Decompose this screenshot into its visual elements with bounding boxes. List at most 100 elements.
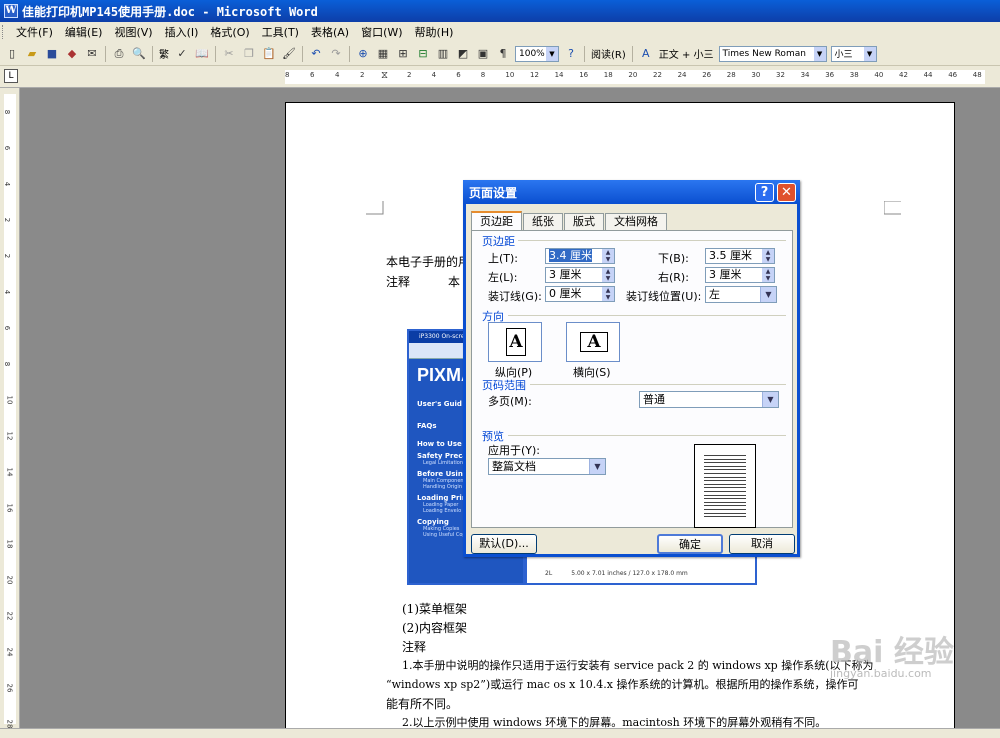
gutter-input[interactable]: 0 厘米 ▲ ▼ bbox=[545, 286, 615, 302]
default-button[interactable]: 默认(D)... bbox=[471, 534, 537, 554]
cut-icon[interactable]: ✂ bbox=[220, 45, 238, 63]
new-document-icon[interactable]: ▯ bbox=[3, 45, 21, 63]
font-size-value: 小三 bbox=[834, 50, 853, 60]
gutter-position-value: 左 bbox=[709, 288, 720, 301]
zoom-combo[interactable]: 100% ▼ bbox=[515, 45, 559, 62]
styles-formatting-icon[interactable]: A bbox=[637, 45, 655, 63]
indent-marker-icon[interactable]: ⧖ bbox=[381, 70, 388, 81]
multi-pages-select[interactable]: 普通 ▼ bbox=[639, 391, 779, 408]
bottom-margin-input[interactable]: 3.5 厘米 ▲ ▼ bbox=[705, 248, 775, 264]
multi-pages-label: 多页(M): bbox=[488, 395, 532, 408]
menu-help[interactable]: 帮助(H) bbox=[409, 24, 460, 40]
open-folder-icon[interactable]: ▰ bbox=[23, 45, 41, 63]
tab-paper[interactable]: 纸张 bbox=[523, 213, 563, 231]
preview-text-line bbox=[704, 501, 746, 503]
ruler-number: 48 bbox=[972, 71, 982, 79]
top-margin-input[interactable]: 3.4 厘米 ▲ ▼ bbox=[545, 248, 615, 264]
dialog-title: 页面设置 bbox=[469, 185, 518, 200]
spinner-arrows-icon[interactable]: ▲ ▼ bbox=[602, 287, 614, 301]
save-icon[interactable]: ■ bbox=[43, 45, 61, 63]
ruler-number: 26 bbox=[702, 71, 712, 79]
menu-table[interactable]: 表格(A) bbox=[305, 24, 355, 40]
menu-view[interactable]: 视图(V) bbox=[108, 24, 158, 40]
status-bar bbox=[0, 728, 1000, 738]
print-preview-icon[interactable]: 🔍 bbox=[130, 45, 148, 63]
document-map-icon[interactable]: ▣ bbox=[474, 45, 492, 63]
ruler-number: 26 bbox=[5, 683, 14, 693]
style-combo[interactable]: 正文 + 小三 bbox=[656, 46, 717, 61]
columns-icon[interactable]: ▥ bbox=[434, 45, 452, 63]
menu-file[interactable]: 文件(F) bbox=[10, 24, 59, 40]
menu-edit[interactable]: 编辑(E) bbox=[59, 24, 109, 40]
spinner-arrows-icon[interactable]: ▲ ▼ bbox=[602, 249, 614, 263]
tab-document-grid[interactable]: 文档网格 bbox=[605, 213, 667, 231]
ruler-number: 18 bbox=[5, 539, 14, 549]
doc-text-line: 注释 bbox=[402, 640, 427, 654]
gutter-value: 0 厘米 bbox=[549, 287, 582, 300]
tab-margins[interactable]: 页边距 bbox=[471, 211, 522, 231]
tab-selector[interactable]: L bbox=[4, 69, 18, 83]
redo-icon[interactable]: ↷ bbox=[327, 45, 345, 63]
menu-tools[interactable]: 工具(T) bbox=[256, 24, 305, 40]
portrait-button[interactable]: A bbox=[488, 322, 542, 362]
landscape-button[interactable]: A bbox=[566, 322, 620, 362]
drawing-icon[interactable]: ◩ bbox=[454, 45, 472, 63]
ok-button[interactable]: 确定 bbox=[657, 534, 723, 554]
hyperlink-icon[interactable]: ⊕ bbox=[354, 45, 372, 63]
email-icon[interactable]: ✉ bbox=[83, 45, 101, 63]
ruler-number: 2 bbox=[3, 253, 12, 259]
menu-grip[interactable] bbox=[2, 25, 6, 39]
tables-borders-icon[interactable]: ▦ bbox=[374, 45, 392, 63]
right-margin-input[interactable]: 3 厘米 ▲ ▼ bbox=[705, 267, 775, 283]
top-margin-label: 上(T): bbox=[488, 252, 519, 265]
copy-icon[interactable]: ❐ bbox=[240, 45, 258, 63]
spelling-icon[interactable]: ✓ bbox=[173, 45, 191, 63]
help-icon[interactable]: ? bbox=[755, 183, 774, 202]
menu-window[interactable]: 窗口(W) bbox=[355, 24, 408, 40]
close-icon[interactable]: ✕ bbox=[777, 183, 796, 202]
toolbar-divider bbox=[215, 45, 216, 62]
format-painter-icon[interactable]: 🖌 bbox=[280, 45, 298, 63]
apply-to-select[interactable]: 整篇文档 ▼ bbox=[488, 458, 606, 475]
dialog-title-bar[interactable]: 页面设置 ? ✕ bbox=[463, 180, 800, 204]
ruler-number: 28 bbox=[726, 71, 736, 79]
ruler-number: 8 bbox=[3, 109, 12, 115]
spinner-arrows-icon[interactable]: ▲ ▼ bbox=[762, 268, 774, 282]
right-margin-label: 右(R): bbox=[658, 271, 689, 284]
vertical-ruler[interactable]: 8 6 4 2 2 4 6 8 10 12 14 16 18 20 22 24 26 28 bbox=[0, 88, 20, 728]
spinner-arrows-icon[interactable]: ▲ ▼ bbox=[762, 249, 774, 263]
read-mode-button[interactable]: 阅读(R) bbox=[588, 46, 629, 61]
preview-text-line bbox=[704, 473, 746, 474]
horizontal-ruler[interactable]: 8 6 4 2 ⧖ 2 4 6 8 10 12 14 16 18 20 22 24 26 28 30 32 34 36 38 4… bbox=[285, 70, 985, 84]
gutter-position-select[interactable]: 左 ▼ bbox=[705, 286, 777, 303]
preview-text-line bbox=[704, 476, 746, 478]
spinner-arrows-icon[interactable]: ▲ ▼ bbox=[602, 268, 614, 282]
apply-to-label: 应用于(Y): bbox=[488, 444, 541, 457]
undo-icon[interactable]: ↶ bbox=[307, 45, 325, 63]
menu-format[interactable]: 格式(O) bbox=[204, 24, 255, 40]
ruler-number: 4 bbox=[431, 71, 437, 79]
screenshot-size-value: 5.00 x 7.01 inches / 127.0 x 178.0 mm bbox=[571, 570, 688, 577]
left-margin-input[interactable]: 3 厘米 ▲ ▼ bbox=[545, 267, 615, 283]
preview-text-line bbox=[704, 462, 746, 464]
cancel-button[interactable]: 取消 bbox=[729, 534, 795, 554]
group-divider bbox=[518, 240, 786, 241]
permission-icon[interactable]: ◆ bbox=[63, 45, 81, 63]
paste-icon[interactable]: 📋 bbox=[260, 45, 278, 63]
menu-insert[interactable]: 插入(I) bbox=[159, 24, 205, 40]
show-hide-icon[interactable]: ¶ bbox=[494, 45, 512, 63]
font-size-combo[interactable]: 小三 ▼ bbox=[830, 45, 877, 62]
baidu-watermark: Bai 经验 bbox=[830, 635, 954, 670]
font-combo[interactable]: Times New Roman ▼ bbox=[718, 45, 827, 62]
print-icon[interactable]: ⎙ bbox=[110, 45, 128, 63]
insert-excel-icon[interactable]: ⊟ bbox=[414, 45, 432, 63]
tab-layout[interactable]: 版式 bbox=[564, 213, 604, 231]
menu-bar: 文件(F) 编辑(E) 视图(V) 插入(I) 格式(O) 工具(T) 表格(A… bbox=[0, 22, 1000, 42]
insert-table-icon[interactable]: ⊞ bbox=[394, 45, 412, 63]
help-icon[interactable]: ? bbox=[562, 45, 580, 63]
research-icon[interactable]: 📖 bbox=[193, 45, 211, 63]
preview-text-line bbox=[704, 498, 746, 500]
trad-simp-button[interactable]: 繁 bbox=[156, 46, 172, 61]
ruler-number: 14 bbox=[5, 467, 14, 477]
top-margin-value: 3.4 厘米 bbox=[549, 249, 592, 262]
